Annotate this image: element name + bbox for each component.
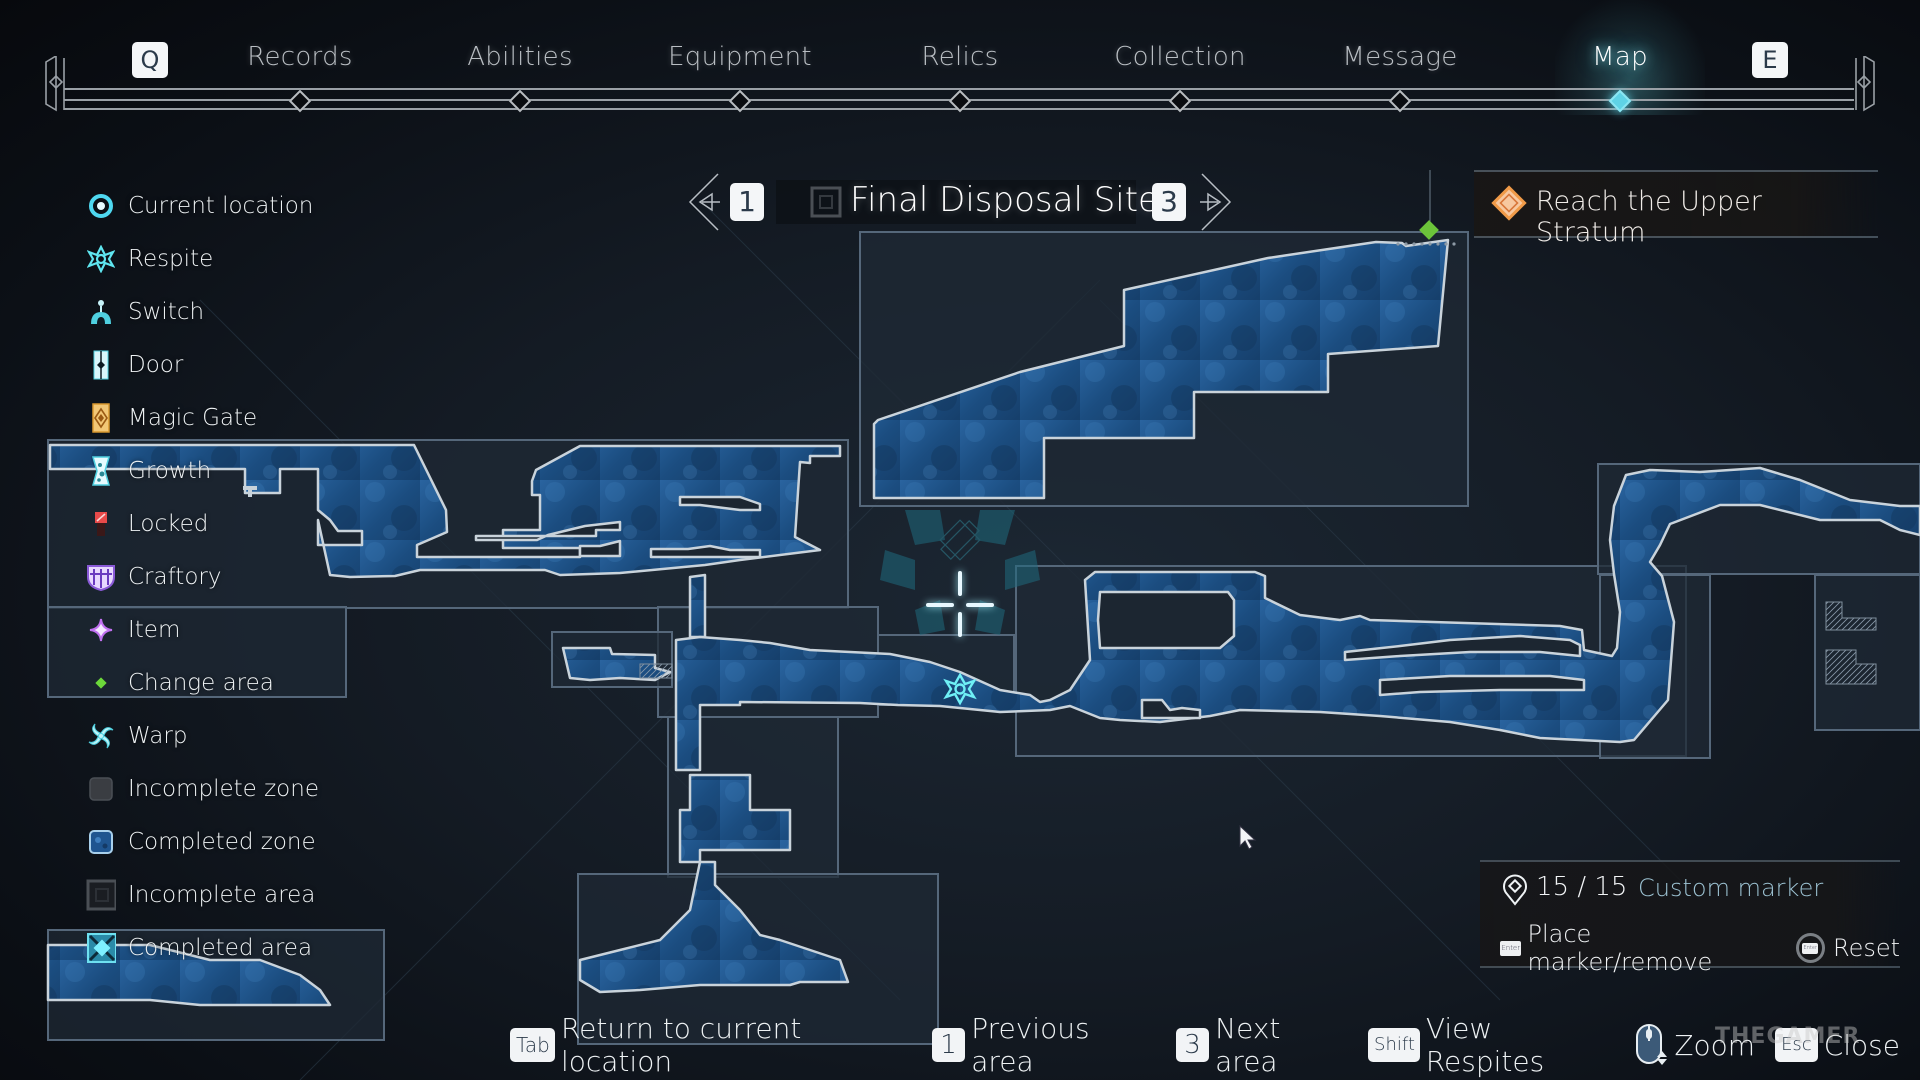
growth-icon (86, 456, 116, 486)
legend-label: Completed area (128, 935, 313, 961)
legend-label: Change area (128, 670, 274, 696)
legend-label: Growth (128, 458, 212, 484)
warp-icon (86, 721, 116, 751)
next-area-key[interactable]: 3 (1152, 183, 1186, 221)
prev-tab-key-q[interactable]: Q (132, 42, 168, 78)
nav-right-ornament (1855, 56, 1875, 112)
legend-craftory: Craftory (86, 557, 221, 597)
key-1: 1 (931, 1028, 966, 1062)
legend-label: Craftory (128, 564, 222, 590)
legend-label: Incomplete zone (128, 776, 319, 802)
legend-label: Door (128, 352, 184, 378)
map-pin-icon (1503, 874, 1527, 906)
legend-magic-gate: Magic Gate (86, 398, 257, 438)
objective-text: Reach the Upper Stratum (1536, 186, 1762, 248)
mouse-wheel-icon (1636, 1024, 1668, 1065)
reset-hold-ring-icon: Enter (1795, 933, 1825, 963)
change-area-icon (86, 668, 116, 698)
tab-key: Tab (510, 1028, 555, 1062)
legend-label: Completed zone (128, 829, 316, 855)
control-previous-area[interactable]: 1 Previous area (931, 1012, 1156, 1078)
control-return-to-current-location[interactable]: Tab Return to current location (510, 1012, 912, 1078)
respite-icon (86, 244, 116, 274)
locked-icon (86, 509, 116, 539)
area-title: Final Disposal Site (850, 180, 1159, 220)
control-label: Previous area (971, 1012, 1090, 1078)
key-3: 3 (1175, 1028, 1210, 1062)
tab-relics[interactable]: Relics (922, 42, 999, 72)
legend-completed-zone: Completed zone (86, 822, 316, 862)
control-hints-bar: Tab Return to current location 1 Previou… (510, 1012, 1920, 1078)
current-location-icon (86, 191, 116, 221)
shift-key: Shift (1368, 1028, 1420, 1062)
legend-incomplete-area: Incomplete area (86, 875, 315, 915)
tab-map[interactable]: Map (1592, 42, 1648, 72)
door-icon (86, 350, 116, 380)
completed-area-icon (86, 933, 116, 963)
legend-incomplete-zone: Incomplete zone (86, 769, 319, 809)
next-tab-key-e[interactable]: E (1752, 42, 1788, 78)
tab-equipment[interactable]: Equipment (668, 42, 812, 72)
item-icon (86, 615, 116, 645)
place-marker-key[interactable]: Enter (1500, 940, 1522, 956)
legend-label: Respite (128, 246, 214, 272)
incomplete-area-icon (810, 186, 842, 218)
place-marker-label[interactable]: Place marker/remove (1527, 920, 1777, 976)
legend-respite: Respite (86, 239, 213, 279)
custom-marker-panel: 15 / 15 Custom marker Enter Place marker… (1480, 860, 1900, 976)
tab-records[interactable]: Records (247, 42, 352, 72)
tab-collection[interactable]: Collection (1114, 42, 1246, 72)
reset-label[interactable]: Reset (1833, 934, 1900, 962)
top-navigation: Q E Records Abilities Equipment Relics C… (0, 0, 1920, 120)
legend-item: Item (86, 610, 180, 650)
control-view-respites[interactable]: Shift View Respites (1368, 1012, 1614, 1078)
legend-locked: Locked (86, 504, 208, 544)
legend-label: Warp (128, 723, 188, 749)
legend-label: Switch (128, 299, 205, 325)
prev-area-key[interactable]: 1 (730, 183, 764, 221)
mouse-pointer (1239, 824, 1257, 850)
area-selector: 1 Final Disposal Site 3 (686, 172, 1236, 232)
custom-marker-actions: Enter Place marker/remove Enter Reset (1500, 920, 1900, 976)
switch-icon (86, 297, 116, 327)
legend-label: Item (128, 617, 181, 643)
nav-left-ornament (45, 56, 65, 112)
tab-message[interactable]: Message (1342, 42, 1457, 72)
legend-label: Magic Gate (128, 405, 258, 431)
zone-central-shaft (688, 573, 707, 639)
legend-label: Current location (128, 193, 314, 219)
legend-completed-area: Completed area (86, 928, 312, 968)
completed-zone-icon (86, 827, 116, 857)
objective-diamond-icon (1491, 185, 1527, 221)
next-area-arrow-icon[interactable] (1198, 172, 1234, 232)
reset-key[interactable]: Enter (1802, 942, 1819, 954)
legend-growth: Growth (86, 451, 211, 491)
control-label: Return to current location (560, 1012, 802, 1078)
tab-abilities[interactable]: Abilities (467, 42, 573, 72)
legend-current-location: Current location (86, 186, 313, 226)
prev-area-arrow-icon[interactable] (686, 172, 722, 232)
control-label: View Respites (1425, 1012, 1545, 1078)
objective-banner: Reach the Upper Stratum (1474, 170, 1878, 248)
legend-change-area: Change area (86, 663, 274, 703)
legend-warp: Warp (86, 716, 187, 756)
control-next-area[interactable]: 3 Next area (1175, 1012, 1348, 1078)
magic-gate-icon (86, 403, 116, 433)
custom-marker-label: Custom marker (1638, 874, 1824, 902)
legend-label: Locked (128, 511, 209, 537)
legend-label: Incomplete area (128, 882, 316, 908)
incomplete-zone-icon (86, 774, 116, 804)
legend-switch: Switch (86, 292, 204, 332)
custom-marker-count: 15 / 15 (1536, 872, 1628, 902)
control-label: Next area (1215, 1012, 1281, 1078)
watermark: THEGAMER (1715, 1024, 1861, 1049)
incomplete-area-icon (86, 879, 116, 911)
craftory-icon (86, 562, 116, 592)
legend-door: Door (86, 345, 183, 385)
